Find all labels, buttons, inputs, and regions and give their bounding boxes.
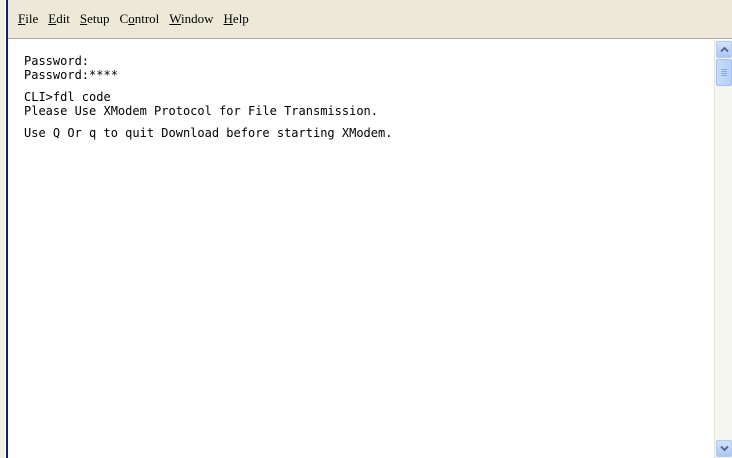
terminal-line: Password: bbox=[24, 54, 90, 68]
menu-setup[interactable]: Setup bbox=[75, 10, 115, 28]
thumb-grip bbox=[721, 75, 727, 76]
thumb-grip bbox=[721, 71, 727, 72]
scroll-up-button[interactable] bbox=[716, 41, 732, 58]
scrollbar-thumb[interactable] bbox=[716, 59, 732, 86]
thumb-grip bbox=[721, 69, 727, 70]
menu-file[interactable]: File bbox=[13, 10, 43, 28]
terminal-line: Password:**** bbox=[24, 68, 118, 82]
terminal-output[interactable]: Password: Password:**** CLI>fdl code Ple… bbox=[8, 40, 714, 458]
menu-bar: File Edit Setup Control Window Help bbox=[8, 0, 732, 39]
terminal-line: CLI>fdl code bbox=[24, 90, 111, 104]
menu-edit[interactable]: Edit bbox=[43, 10, 75, 28]
vertical-scrollbar[interactable] bbox=[714, 40, 732, 458]
terminal-line: Use Q Or q to quit Download before start… bbox=[24, 126, 393, 140]
terminal-line: Please Use XModem Protocol for File Tran… bbox=[24, 104, 379, 118]
chevron-up-icon bbox=[720, 46, 729, 53]
menu-control[interactable]: Control bbox=[115, 10, 165, 28]
window-left-frame bbox=[0, 0, 5, 458]
scroll-down-button[interactable] bbox=[716, 440, 732, 457]
menu-window[interactable]: Window bbox=[164, 10, 218, 28]
menu-help[interactable]: Help bbox=[219, 10, 254, 28]
thumb-grip bbox=[721, 73, 727, 74]
chevron-down-icon bbox=[720, 445, 729, 452]
